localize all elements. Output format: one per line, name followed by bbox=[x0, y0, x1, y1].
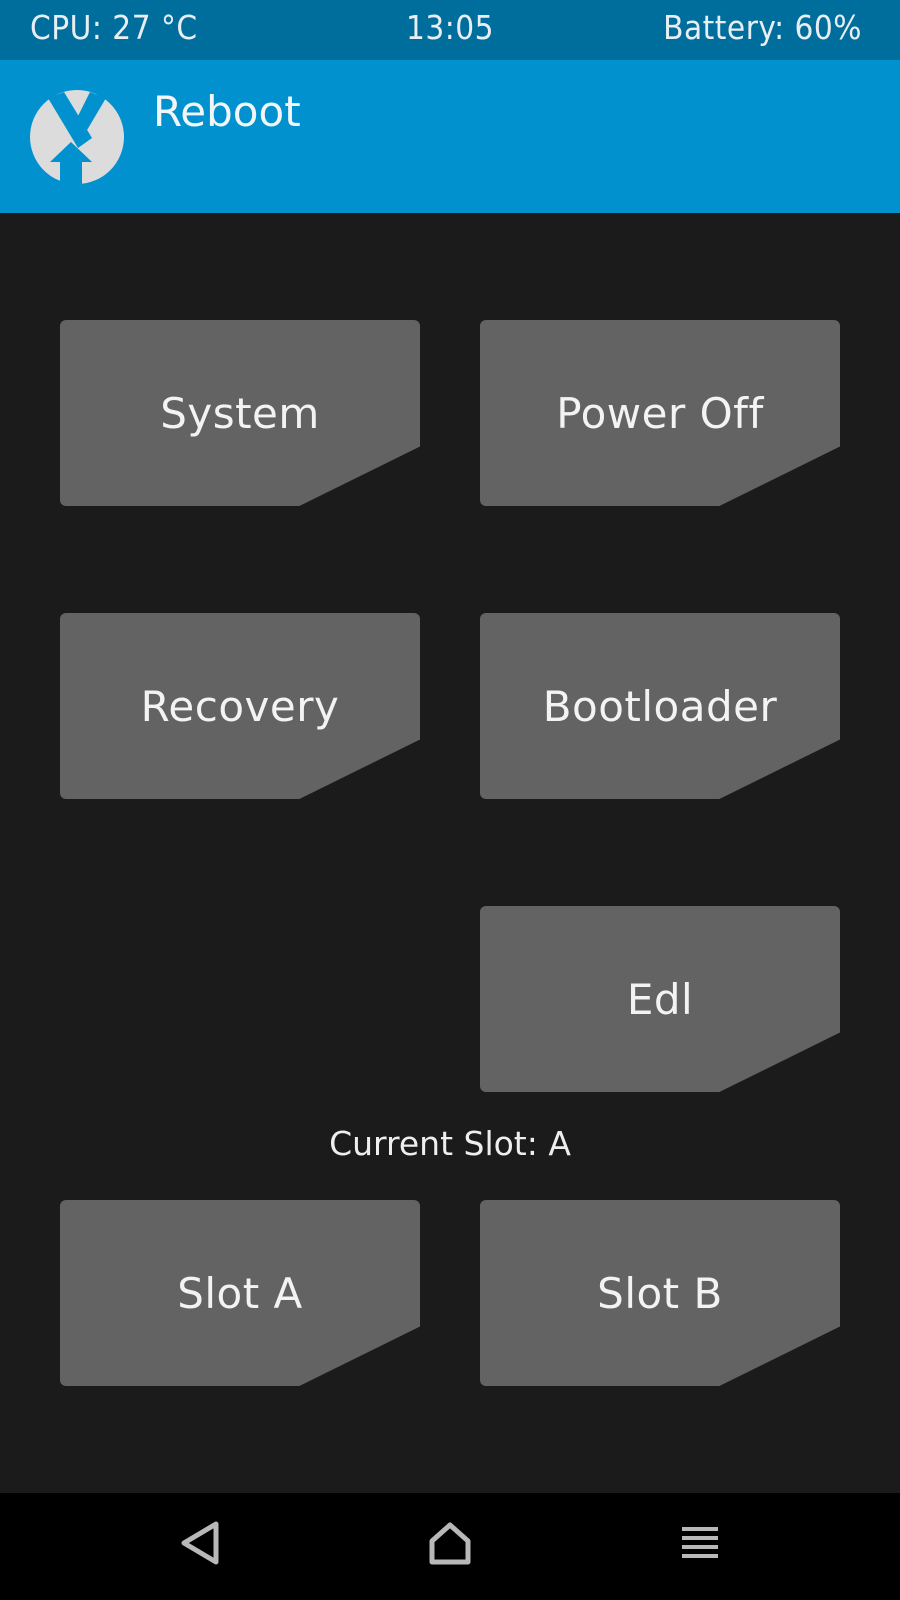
reboot-bootloader-button[interactable]: Bootloader bbox=[480, 613, 840, 799]
menu-icon bbox=[682, 1527, 718, 1558]
page-title: Reboot bbox=[153, 87, 301, 136]
menu-button[interactable] bbox=[665, 1513, 735, 1573]
home-button[interactable] bbox=[415, 1513, 485, 1573]
home-icon bbox=[429, 1522, 471, 1565]
battery-level: Battery: 60% bbox=[663, 8, 862, 47]
reboot-system-button[interactable]: System bbox=[60, 320, 420, 506]
header-bar: Reboot bbox=[0, 60, 900, 213]
slot-b-button[interactable]: Slot B bbox=[480, 1200, 840, 1386]
twrp-logo-icon bbox=[30, 90, 124, 184]
reboot-recovery-button[interactable]: Recovery bbox=[60, 613, 420, 799]
twrp-reboot-screen: CPU: 27 °C 13:05 Battery: 60% Reboot Sys… bbox=[0, 0, 900, 1600]
current-slot-label: Current Slot: A bbox=[329, 1124, 571, 1163]
status-bar: CPU: 27 °C 13:05 Battery: 60% bbox=[0, 0, 900, 60]
back-button[interactable] bbox=[166, 1513, 236, 1573]
slot-a-button[interactable]: Slot A bbox=[60, 1200, 420, 1386]
navigation-bar bbox=[0, 1493, 900, 1600]
back-icon bbox=[181, 1521, 219, 1565]
reboot-edl-button[interactable]: Edl bbox=[480, 906, 840, 1092]
power-off-button[interactable]: Power Off bbox=[480, 320, 840, 506]
